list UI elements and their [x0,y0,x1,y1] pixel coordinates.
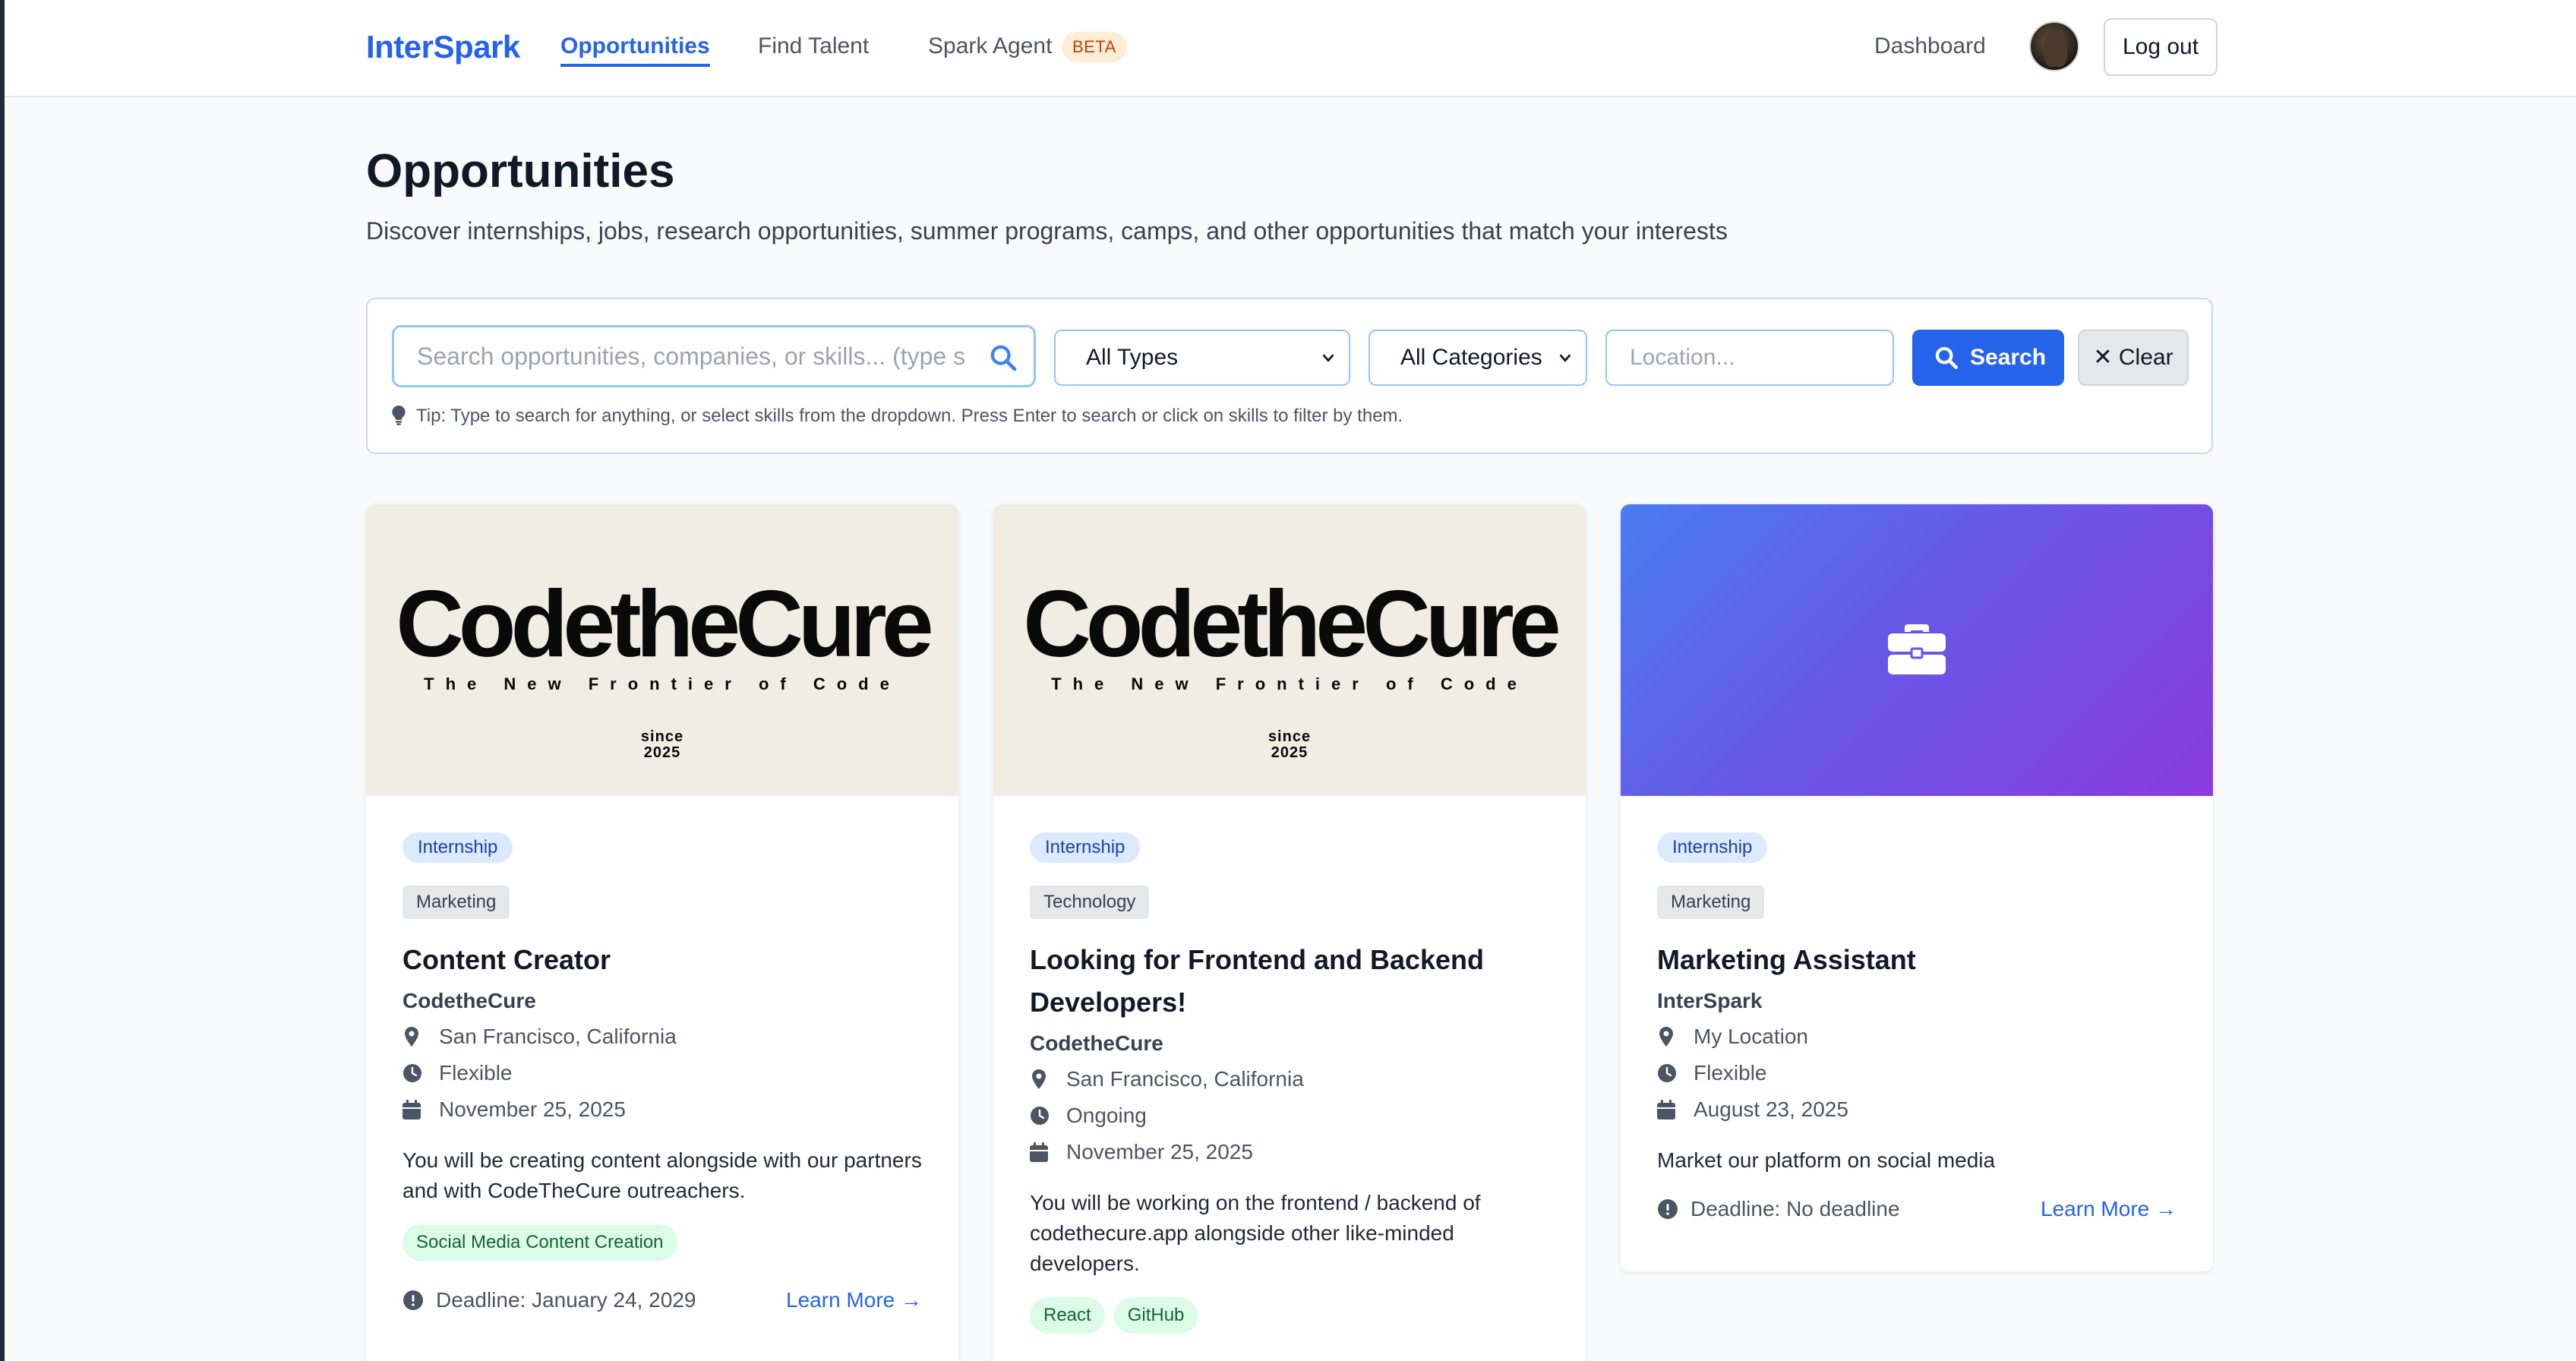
top-navbar: InterSpark Opportunities Find Talent Spa… [5,0,2576,97]
map-pin-icon [405,1027,418,1047]
type-select[interactable]: All Types [1054,330,1350,386]
company-logo-image: CodetheCure The New Frontier of Code sin… [993,504,1586,796]
date-row: August 23, 2025 [1657,1097,2177,1123]
type-badge: Internship [402,832,513,863]
alert-circle-icon [403,1290,423,1310]
card-title[interactable]: Looking for Frontend and Backend Develop… [1030,939,1516,1024]
nav-link-spark-agent[interactable]: Spark Agent [928,33,1052,59]
skill-tag[interactable]: React [1030,1297,1105,1334]
company-logo-image: CodetheCure The New Frontier of Code sin… [366,504,958,796]
beta-badge: BETA [1062,32,1127,62]
location-row: San Francisco, California [402,1024,922,1050]
chevron-down-icon [1559,354,1571,362]
clear-button-label: Clear [2118,345,2174,370]
card-title[interactable]: Marketing Assistant [1657,939,2177,981]
search-panel: Search opportunities, companies, or skil… [366,298,2213,454]
type-badge: Internship [1657,832,1768,863]
nav-link-opportunities[interactable]: Opportunities [560,33,710,67]
page-subtitle: Discover internships, jobs, research opp… [366,217,1728,245]
logout-button[interactable]: Log out [2104,18,2218,76]
search-icon[interactable] [988,343,1018,373]
category-badge: Marketing [402,886,510,919]
deadline: Deadline: No deadline [1657,1194,1900,1224]
avatar[interactable] [2029,21,2079,71]
schedule-row: Flexible [402,1060,922,1086]
category-badge: Marketing [1657,886,1765,919]
clear-button[interactable]: ✕ Clear [2078,330,2189,386]
chevron-down-icon [1322,354,1334,362]
briefcase-icon [1888,624,1946,674]
skill-tag[interactable]: Social Media Content Creation [402,1224,677,1261]
company-name: CodetheCure [1030,1031,1163,1055]
company-logo-tagline: The New Frontier of Code [424,674,901,693]
nav-link-dashboard[interactable]: Dashboard [1874,33,1986,59]
date-row: November 25, 2025 [1030,1139,1549,1165]
map-pin-icon [1659,1027,1673,1047]
category-select[interactable]: All Categories [1368,330,1587,386]
type-badge: Internship [1030,832,1141,863]
company-logo-since: since 2025 [640,728,684,761]
opportunity-card[interactable]: CodetheCure The New Frontier of Code sin… [993,504,1586,1361]
skill-tag[interactable]: GitHub [1113,1297,1198,1334]
alert-circle-icon [1658,1199,1678,1219]
window-edge [0,0,5,1361]
clock-icon [1031,1107,1049,1125]
card-footer: Deadline: No deadline Learn More → [1657,1194,2177,1224]
deadline: Deadline: January 24, 2029 [402,1285,696,1315]
opportunity-card[interactable]: CodetheCure The New Frontier of Code sin… [366,504,958,1361]
search-input[interactable]: Search opportunities, companies, or skil… [392,325,1036,387]
card-description: You will be working on the frontend / ba… [1030,1191,1481,1275]
location-row: San Francisco, California [1030,1066,1549,1092]
placeholder-image [1621,504,2213,796]
skill-list: Social Media Content Creation [402,1224,922,1261]
nav-link-find-talent[interactable]: Find Talent [758,33,869,59]
company-logo-tagline: The New Frontier of Code [1051,674,1528,693]
calendar-icon [1657,1100,1675,1119]
date-row: November 25, 2025 [402,1097,922,1123]
learn-more-link[interactable]: Learn More → [786,1285,922,1315]
page-title: Opportunities [366,145,675,197]
opportunity-card[interactable]: Internship Marketing Marketing Assistant… [1621,504,2213,1271]
search-button[interactable]: Search [1912,330,2064,386]
company-name: CodetheCure [402,989,536,1012]
skill-list: React GitHub [1030,1297,1549,1334]
company-logo-wordmark: CodetheCure [1023,572,1561,677]
clock-icon [1658,1064,1676,1082]
search-input-placeholder: Search opportunities, companies, or skil… [417,343,966,370]
type-select-value: All Types [1086,345,1179,370]
calendar-icon [402,1100,421,1119]
card-description: You will be creating content alongside w… [402,1148,922,1202]
card-footer: Deadline: January 24, 2029 Learn More → [402,1285,922,1315]
company-logo-since: since 2025 [1267,728,1312,761]
search-button-label: Search [1970,345,2047,370]
company-logo-wordmark: CodetheCure [396,572,934,677]
close-icon: ✕ [2093,345,2113,370]
lightbulb-icon [392,406,406,425]
category-select-value: All Categories [1400,345,1542,370]
category-badge: Technology [1030,886,1150,919]
calendar-icon [1030,1142,1048,1162]
location-row: My Location [1657,1024,2177,1050]
search-tip: Tip: Type to search for anything, or sel… [392,406,1403,427]
clock-icon [403,1064,421,1082]
company-name: InterSpark [1657,989,1763,1012]
card-description: Market our platform on social media [1657,1148,1996,1172]
app-logo[interactable]: InterSpark [366,29,520,65]
location-input[interactable]: Location... [1605,330,1894,386]
learn-more-link[interactable]: Learn More → [2041,1194,2177,1224]
schedule-row: Ongoing [1030,1103,1549,1129]
schedule-row: Flexible [1657,1060,2177,1086]
map-pin-icon [1032,1069,1046,1089]
card-title[interactable]: Content Creator [402,939,922,981]
search-tip-text: Tip: Type to search for anything, or sel… [416,406,1403,426]
search-icon [1935,346,1959,370]
